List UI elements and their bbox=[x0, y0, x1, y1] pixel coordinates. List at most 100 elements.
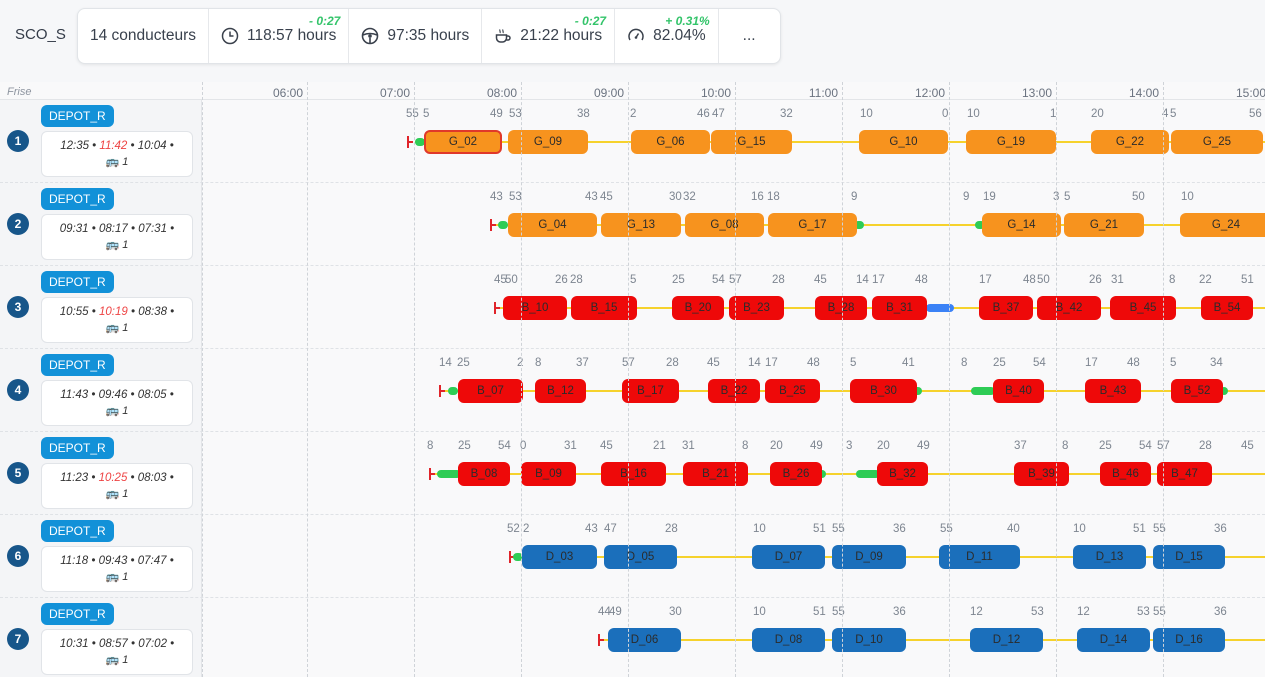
minute-marker: 17 bbox=[1085, 357, 1098, 369]
trip-block[interactable]: G_13 bbox=[601, 213, 681, 237]
trip-block[interactable]: B_54 bbox=[1201, 296, 1253, 320]
trip-block[interactable]: B_16 bbox=[601, 462, 666, 486]
minute-marker: 31 bbox=[682, 440, 695, 452]
minute-marker: 48 bbox=[915, 274, 928, 286]
minute-marker: 12 bbox=[970, 606, 983, 618]
shift-drive-time: 10:25 bbox=[98, 472, 128, 484]
trip-block[interactable]: G_10 bbox=[859, 130, 948, 154]
driver-number: 3 bbox=[7, 296, 29, 318]
minute-marker: 41 bbox=[902, 357, 915, 369]
trip-block[interactable]: B_20 bbox=[672, 296, 724, 320]
trip-block[interactable]: B_07 bbox=[458, 379, 523, 403]
hour-gridline bbox=[202, 82, 203, 677]
pause-hours: 21:22 hours bbox=[520, 27, 603, 44]
depot-badge[interactable]: DEPOT_R bbox=[41, 271, 114, 293]
minute-marker: 38 bbox=[577, 108, 590, 120]
minute-marker: 31 bbox=[1111, 274, 1124, 286]
scenario-name[interactable]: SCO_S bbox=[15, 26, 66, 43]
trip-block[interactable]: B_42 bbox=[1037, 296, 1101, 320]
trip-block[interactable]: B_39 bbox=[1014, 462, 1069, 486]
minute-marker: 17 bbox=[765, 357, 778, 369]
trip-block[interactable]: D_12 bbox=[970, 628, 1043, 652]
trip-block[interactable]: D_08 bbox=[752, 628, 825, 652]
trip-block[interactable]: B_17 bbox=[622, 379, 679, 403]
trip-block[interactable]: G_06 bbox=[631, 130, 710, 154]
trip-block[interactable]: B_09 bbox=[521, 462, 576, 486]
minute-marker: 54 bbox=[1139, 440, 1152, 452]
duty-start-marker bbox=[494, 302, 500, 314]
shift-drive-time: 09:46 bbox=[98, 389, 128, 401]
depot-badge[interactable]: DEPOT_R bbox=[41, 520, 114, 542]
bus-count-line: 🚌 1 bbox=[42, 404, 192, 417]
shift-work-time: 07:47 bbox=[137, 555, 167, 567]
trip-block[interactable]: G_19 bbox=[966, 130, 1056, 154]
minute-marker: 12 bbox=[1077, 606, 1090, 618]
trip-block[interactable]: B_12 bbox=[535, 379, 586, 403]
trip-block[interactable]: G_17 bbox=[768, 213, 857, 237]
depot-badge[interactable]: DEPOT_R bbox=[41, 188, 114, 210]
trip-block[interactable]: D_03 bbox=[522, 545, 597, 569]
bus-icon: 🚌 bbox=[105, 654, 120, 666]
summary-times: 10:31 • 08:57 • 07:02 • bbox=[59, 638, 175, 650]
trip-block[interactable]: B_26 bbox=[770, 462, 822, 486]
minute-marker: 47 bbox=[604, 523, 617, 535]
trip-block[interactable]: D_05 bbox=[604, 545, 677, 569]
minute-marker: 53 bbox=[509, 108, 522, 120]
minute-marker: 14 bbox=[439, 357, 452, 369]
trip-block[interactable]: G_22 bbox=[1091, 130, 1169, 154]
trip-block[interactable]: B_28 bbox=[815, 296, 867, 320]
trip-block[interactable]: B_37 bbox=[979, 296, 1033, 320]
trip-block[interactable]: G_24 bbox=[1180, 213, 1265, 237]
trip-block[interactable]: D_13 bbox=[1073, 545, 1146, 569]
trip-block[interactable]: B_10 bbox=[503, 296, 567, 320]
trip-block[interactable]: D_14 bbox=[1077, 628, 1150, 652]
trip-block[interactable]: B_47 bbox=[1157, 462, 1212, 486]
trip-block[interactable]: G_09 bbox=[508, 130, 588, 154]
trip-block[interactable]: B_46 bbox=[1100, 462, 1151, 486]
depot-badge[interactable]: DEPOT_R bbox=[41, 105, 114, 127]
minute-marker: 25 bbox=[458, 440, 471, 452]
shift-drive-time: 09:43 bbox=[98, 555, 128, 567]
minute-marker: 9 bbox=[963, 191, 970, 203]
trip-block[interactable]: B_45 bbox=[1110, 296, 1176, 320]
duty-start-marker bbox=[439, 385, 445, 397]
trip-block[interactable]: B_23 bbox=[729, 296, 784, 320]
trip-block[interactable]: B_43 bbox=[1085, 379, 1141, 403]
trip-block[interactable]: B_40 bbox=[993, 379, 1044, 403]
shift-total-time: 10:31 bbox=[59, 638, 89, 650]
trip-block[interactable]: B_32 bbox=[877, 462, 928, 486]
trip-block[interactable]: D_09 bbox=[832, 545, 906, 569]
summary-times: 11:18 • 09:43 • 07:47 • bbox=[60, 555, 174, 567]
bus-count-line: 🚌 1 bbox=[42, 570, 192, 583]
shift-drive-time: 11:42 bbox=[99, 140, 128, 152]
minute-marker: 19 bbox=[983, 191, 996, 203]
minute-marker: 36 bbox=[893, 523, 906, 535]
trip-block[interactable]: G_08 bbox=[685, 213, 764, 237]
trip-block[interactable]: B_22 bbox=[708, 379, 760, 403]
more-stats-button[interactable]: ... bbox=[719, 9, 780, 63]
depot-badge[interactable]: DEPOT_R bbox=[41, 603, 114, 625]
shift-work-time: 10:04 bbox=[137, 140, 167, 152]
trip-block[interactable]: B_25 bbox=[765, 379, 820, 403]
trip-block[interactable]: D_07 bbox=[752, 545, 825, 569]
trip-block[interactable]: B_31 bbox=[872, 296, 927, 320]
depot-badge[interactable]: DEPOT_R bbox=[41, 437, 114, 459]
trip-block[interactable]: G_25 bbox=[1171, 130, 1263, 154]
trip-block[interactable]: D_10 bbox=[832, 628, 906, 652]
minute-marker: 43 bbox=[585, 191, 598, 203]
hour-gridline bbox=[521, 82, 522, 677]
trip-block[interactable]: G_15 bbox=[711, 130, 792, 154]
minute-marker: 22 bbox=[1199, 274, 1212, 286]
trip-block[interactable]: D_06 bbox=[608, 628, 681, 652]
trip-block[interactable]: G_14 bbox=[982, 213, 1061, 237]
trip-block[interactable]: G_02 bbox=[424, 130, 502, 154]
trip-block[interactable]: B_21 bbox=[683, 462, 748, 486]
trip-block[interactable]: B_30 bbox=[850, 379, 917, 403]
trip-block[interactable]: G_21 bbox=[1064, 213, 1144, 237]
trip-block[interactable]: B_52 bbox=[1171, 379, 1223, 403]
trip-block[interactable]: B_08 bbox=[458, 462, 510, 486]
duty-start-marker bbox=[429, 468, 435, 480]
depot-badge[interactable]: DEPOT_R bbox=[41, 354, 114, 376]
trip-block[interactable]: D_11 bbox=[939, 545, 1020, 569]
minute-marker: 53 bbox=[1031, 606, 1044, 618]
